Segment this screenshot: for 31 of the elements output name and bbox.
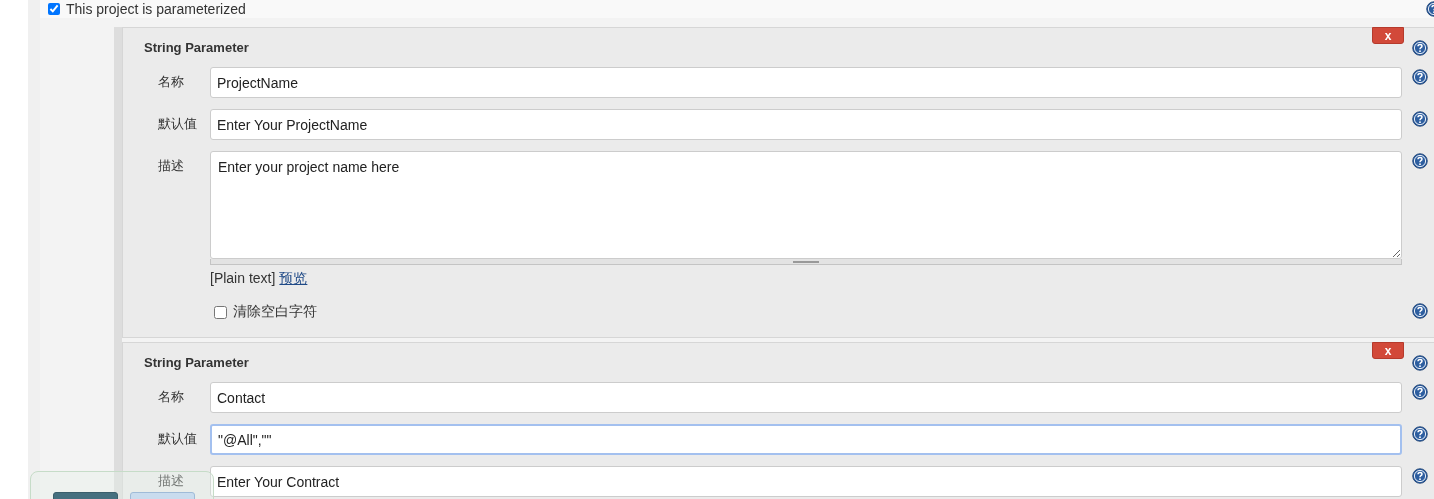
help-icon[interactable] xyxy=(1412,355,1428,371)
checkbox-label: 清除空白字符 xyxy=(233,303,317,321)
input-field[interactable]: Enter Your ProjectName xyxy=(210,109,1402,140)
parameter-title: String Parameter xyxy=(144,39,249,55)
checkbox-label: This project is parameterized xyxy=(66,1,246,17)
format-label: [Plain text] xyxy=(210,270,276,288)
input-field[interactable]: "@All","" xyxy=(210,424,1402,455)
field-label: 默认值 xyxy=(157,115,198,133)
help-icon[interactable] xyxy=(1412,153,1428,169)
input-field[interactable]: ProjectName xyxy=(210,67,1402,98)
preview-link[interactable]: 预览 xyxy=(279,270,308,288)
help-icon[interactable] xyxy=(1412,303,1428,319)
input-field[interactable]: Contact xyxy=(210,382,1402,413)
help-icon[interactable] xyxy=(1412,426,1428,442)
checkbox[interactable] xyxy=(48,3,60,15)
help-icon[interactable] xyxy=(1412,468,1428,484)
help-icon[interactable] xyxy=(1412,384,1428,400)
field-label: 描述 xyxy=(157,472,185,490)
description-field[interactable]: Enter your project name here xyxy=(210,151,1402,259)
help-icon[interactable] xyxy=(1412,69,1428,85)
input-field[interactable]: Enter Your Contract xyxy=(210,466,1402,497)
remove-button[interactable]: x xyxy=(1372,27,1404,44)
field-label: 描述 xyxy=(157,157,185,175)
field-label: 名称 xyxy=(157,73,185,91)
help-icon[interactable] xyxy=(1412,40,1428,56)
field-label: 默认值 xyxy=(157,430,198,448)
help-icon[interactable] xyxy=(1412,111,1428,127)
remove-button[interactable]: x xyxy=(1372,342,1404,359)
field-label: 名称 xyxy=(157,388,185,406)
checkbox[interactable] xyxy=(214,305,227,319)
parameter-title: String Parameter xyxy=(144,354,249,370)
